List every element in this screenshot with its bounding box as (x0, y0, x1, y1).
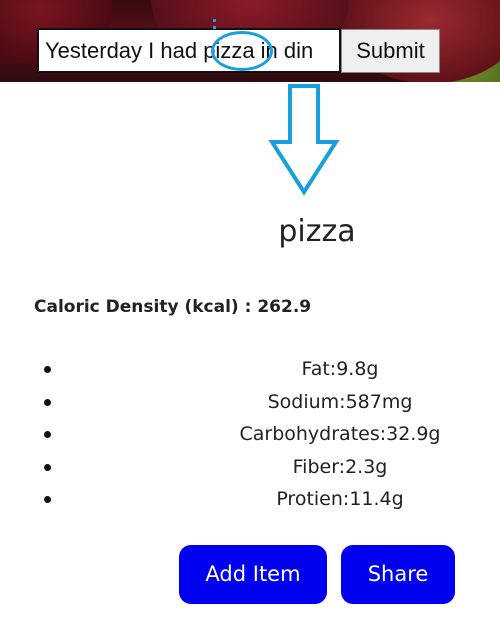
nutrient-text: Protien:11.4g (276, 488, 404, 510)
add-item-button[interactable]: Add Item (179, 545, 327, 604)
nutrient-text: Fiber:2.3g (292, 455, 388, 478)
share-button[interactable]: Share (341, 545, 455, 604)
nutrient-text: Sodium:587mg (267, 390, 413, 413)
nutrient-item-fiber: Fiber:2.3g (0, 453, 500, 486)
down-arrow-icon (268, 84, 340, 196)
nutrient-item-protein: Protien:11.4g (0, 485, 500, 518)
submit-button[interactable]: Submit (341, 29, 440, 73)
caloric-density: Caloric Density (kcal) : 262.9 (34, 297, 312, 317)
nutrient-item-carbohydrates: Carbohydrates:32.9g (0, 420, 500, 453)
highlight-tick-mark (213, 19, 219, 29)
nutrient-list: Fat:9.8g Sodium:587mg Carbohydrates:32.9… (0, 355, 500, 518)
food-title: pizza (278, 214, 356, 249)
nutrient-item-fat: Fat:9.8g (0, 355, 500, 388)
nutrient-text: Fat:9.8g (301, 358, 379, 380)
nutrient-item-sodium: Sodium:587mg (0, 388, 500, 421)
nutrient-text: Carbohydrates:32.9g (239, 423, 441, 445)
search-input[interactable]: Yesterday I had pizza in din (37, 28, 341, 73)
